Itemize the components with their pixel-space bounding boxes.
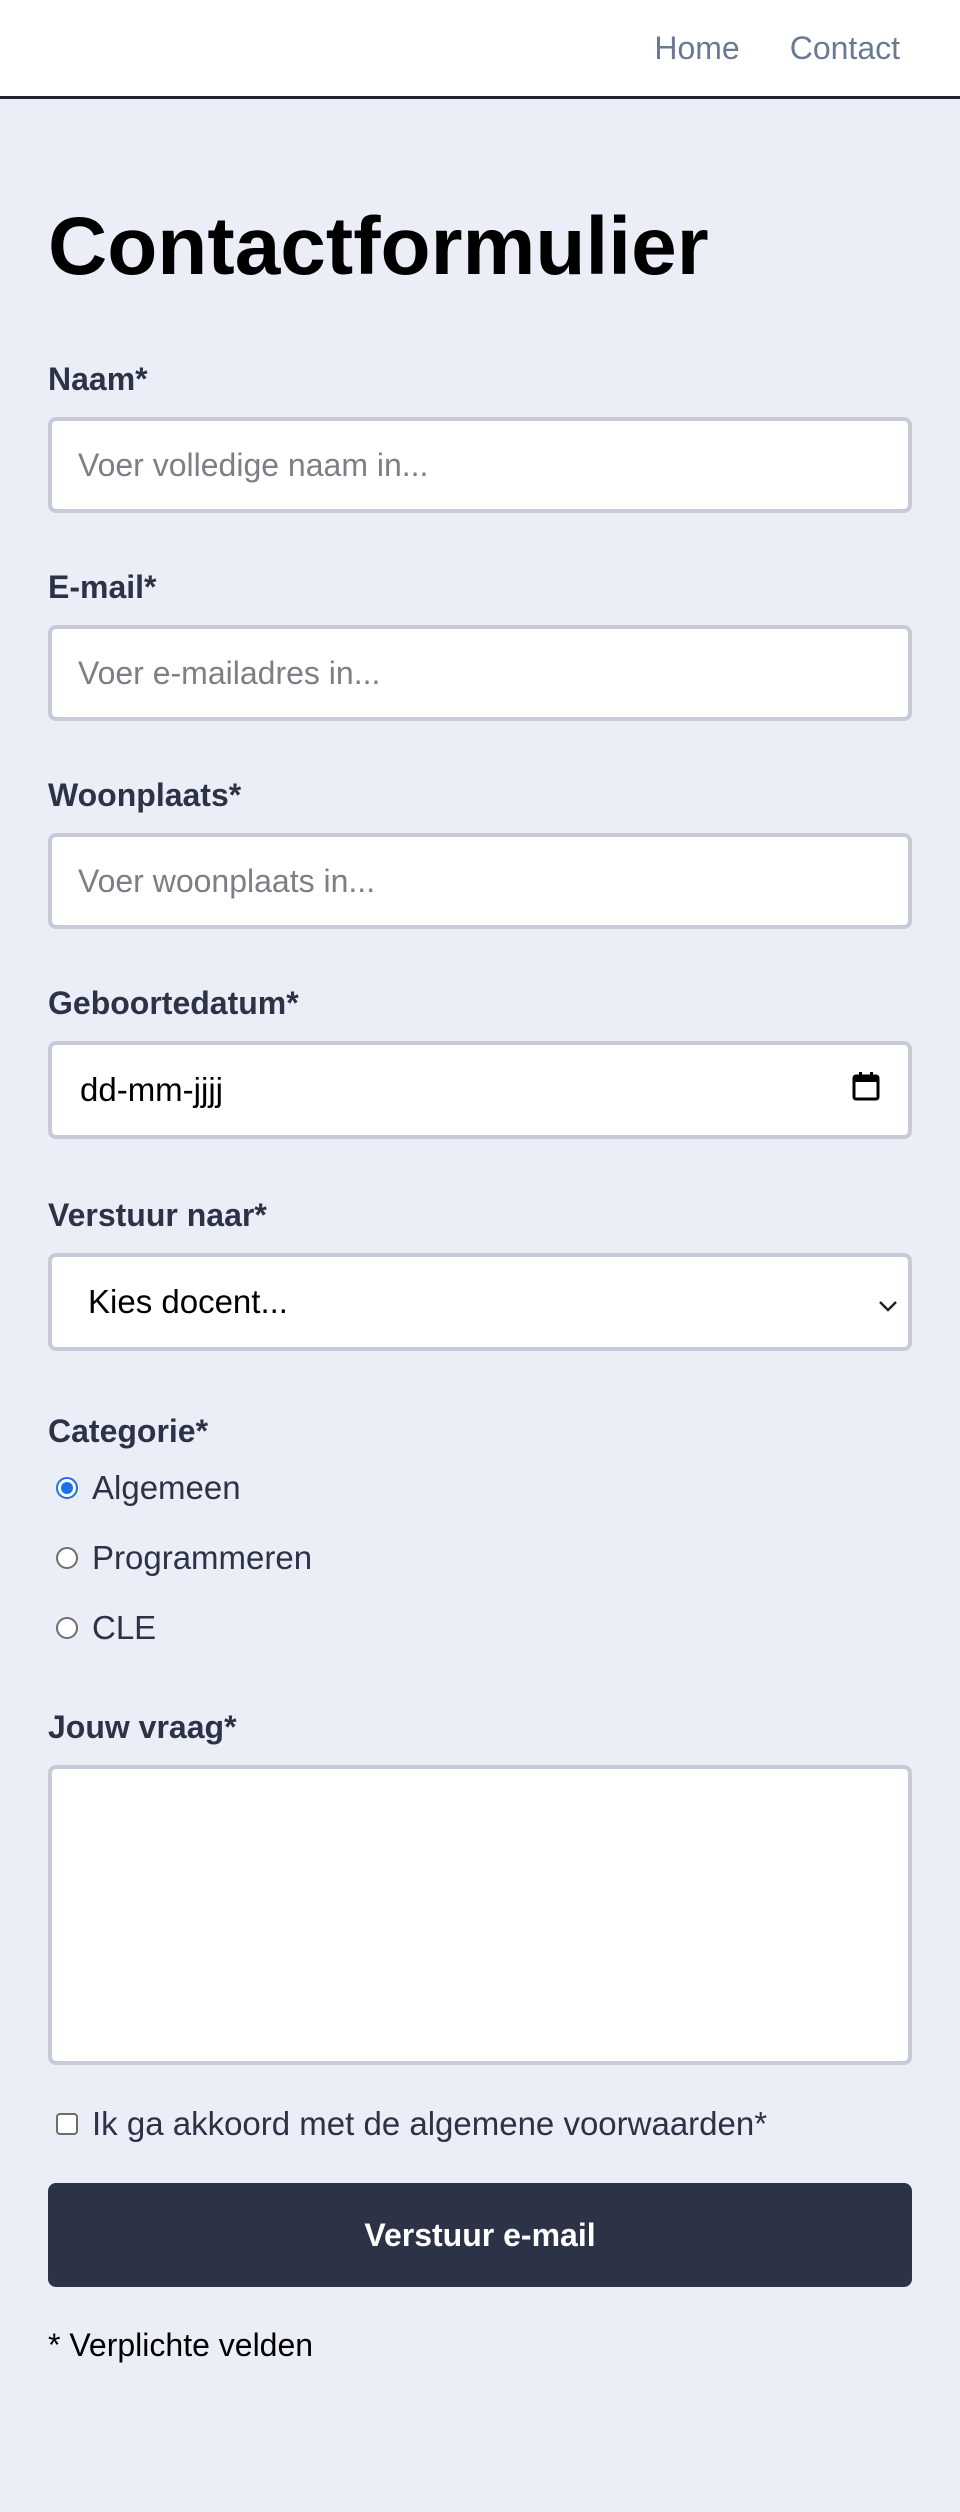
birthdate-group: Geboortedatum* dd-mm-jjjj (48, 983, 912, 1139)
radio-algemeen[interactable] (56, 1477, 78, 1499)
city-input[interactable] (48, 833, 912, 929)
city-label: Woonplaats* (48, 777, 242, 813)
terms-row[interactable]: Ik ga akkoord met de algemene voorwaarde… (56, 2105, 912, 2143)
question-group: Jouw vraag* (48, 1707, 912, 2065)
nav-home-link[interactable]: Home (654, 30, 739, 67)
radio-cle[interactable] (56, 1617, 78, 1639)
category-option-programmeren[interactable]: Programmeren (56, 1523, 912, 1593)
category-option-algemeen[interactable]: Algemeen (56, 1453, 912, 1523)
send-to-label: Verstuur naar* (48, 1197, 267, 1233)
required-fields-note: * Verplichte velden (48, 2327, 314, 2363)
name-input[interactable] (48, 417, 912, 513)
category-group: Categorie* Algemeen Programmeren CLE (48, 1411, 912, 1663)
send-email-button[interactable]: Verstuur e-mail (48, 2183, 912, 2287)
question-textarea[interactable] (48, 1765, 912, 2065)
submit-wrapper: Verstuur e-mail (48, 2183, 912, 2287)
nav-contact-link[interactable]: Contact (790, 30, 900, 67)
email-input[interactable] (48, 625, 912, 721)
email-label: E-mail* (48, 569, 157, 605)
send-to-selected: Kies docent... (88, 1283, 288, 1320)
birthdate-value: dd-mm-jjjj (80, 1071, 223, 1108)
terms-label: Ik ga akkoord met de algemene voorwaarde… (92, 2105, 768, 2142)
city-group: Woonplaats* (48, 775, 912, 929)
send-to-select[interactable]: Kies docent... (48, 1253, 912, 1351)
chevron-down-icon (876, 1284, 900, 1321)
category-options: Algemeen Programmeren CLE (48, 1453, 912, 1663)
birthdate-input[interactable]: dd-mm-jjjj (48, 1041, 912, 1139)
category-option-cle[interactable]: CLE (56, 1593, 912, 1663)
question-label: Jouw vraag* (48, 1709, 237, 1745)
page-title: Contactformulier (48, 201, 709, 292)
send-to-group: Verstuur naar* Kies docent... (48, 1195, 912, 1351)
radio-label-programmeren: Programmeren (92, 1539, 313, 1576)
name-label: Naam* (48, 361, 148, 397)
top-nav: Home Contact (0, 0, 960, 99)
category-label: Categorie* (48, 1413, 209, 1449)
radio-programmeren[interactable] (56, 1547, 78, 1569)
email-group: E-mail* (48, 567, 912, 721)
radio-label-cle: CLE (92, 1609, 157, 1646)
name-group: Naam* (48, 359, 912, 513)
birthdate-label: Geboortedatum* (48, 985, 299, 1021)
main-content: Contactformulier Naam* E-mail* Woonplaat… (0, 199, 960, 2364)
terms-checkbox[interactable] (56, 2113, 78, 2135)
calendar-icon[interactable] (852, 1071, 880, 1109)
radio-label-algemeen: Algemeen (92, 1469, 241, 1506)
